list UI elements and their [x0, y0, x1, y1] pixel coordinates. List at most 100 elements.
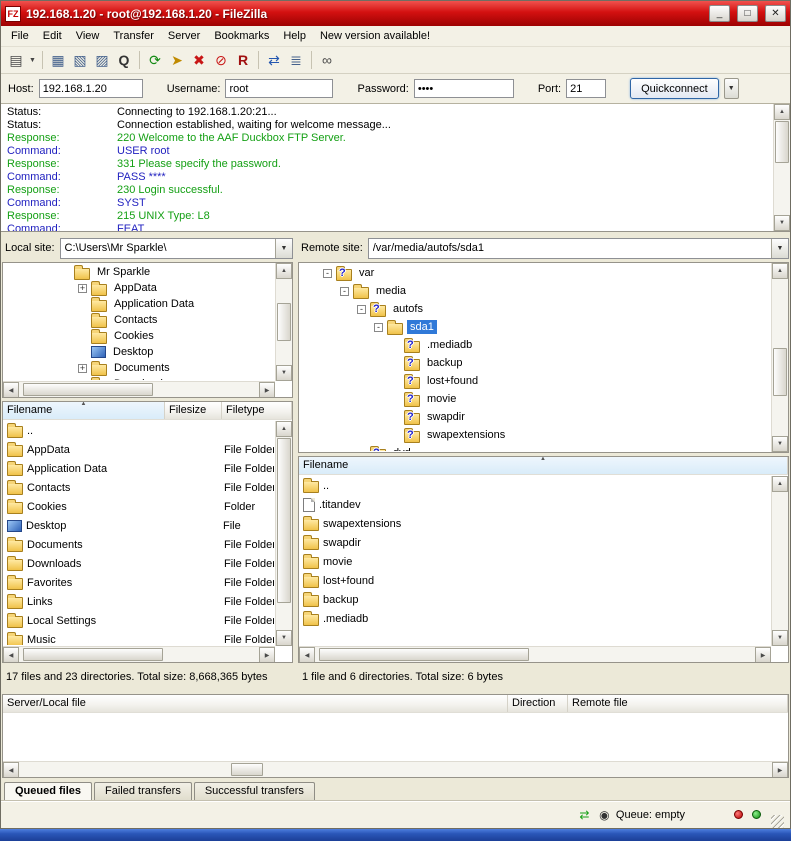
site-manager-dropdown-icon[interactable]: ▼ [27, 49, 38, 71]
speed-limits-icon[interactable]: ⇄ [576, 808, 593, 822]
sync-browsing-icon[interactable]: ≣ [285, 49, 307, 71]
scroll-right-icon[interactable]: ▶ [259, 382, 275, 398]
resize-grip[interactable] [771, 815, 784, 828]
tree-expander[interactable]: + [78, 364, 87, 373]
process-queue-icon[interactable]: ➤ [166, 49, 188, 71]
tree-item[interactable]: swapdir [300, 408, 770, 426]
scroll-left-icon[interactable]: ◀ [3, 382, 19, 398]
combo-dropdown-icon[interactable]: ▼ [771, 239, 788, 258]
tree-expander[interactable]: - [323, 269, 332, 278]
column-header-filetype[interactable]: Filetype [222, 402, 292, 419]
file-row[interactable]: lost+found [300, 571, 770, 590]
tree-item[interactable]: Desktop [4, 344, 274, 360]
combo-dropdown-icon[interactable]: ▼ [275, 239, 292, 258]
file-row[interactable]: movie [300, 552, 770, 571]
file-row[interactable]: MusicFile Folder [4, 630, 274, 645]
file-row[interactable]: LinksFile Folder [4, 592, 274, 611]
tab-failed-transfers[interactable]: Failed transfers [94, 782, 192, 800]
quickconnect-dropdown-icon[interactable]: ▼ [724, 78, 739, 99]
tree-expander[interactable]: - [357, 305, 366, 314]
tree-item-selected[interactable]: -sda1 [300, 318, 770, 336]
local-list-hscrollbar[interactable]: ◀ ▶ [3, 646, 275, 662]
menu-item-edit[interactable]: Edit [36, 28, 69, 44]
scroll-up-icon[interactable]: ▲ [772, 476, 788, 492]
file-row[interactable]: swapextensions [300, 514, 770, 533]
scroll-left-icon[interactable]: ◀ [3, 762, 19, 778]
file-row[interactable]: .mediadb [300, 609, 770, 628]
log-scrollbar[interactable]: ▲ ▼ [773, 104, 790, 231]
menu-item-new-version[interactable]: New version available! [313, 28, 437, 44]
tree-item[interactable]: +AppData [4, 280, 274, 296]
menu-item-bookmarks[interactable]: Bookmarks [207, 28, 276, 44]
tree-item[interactable]: Application Data [4, 296, 274, 312]
column-header-remote-file[interactable]: Remote file [568, 695, 788, 712]
scroll-down-icon[interactable]: ▼ [772, 630, 788, 646]
scrollbar-thumb[interactable] [775, 121, 789, 163]
file-row[interactable]: Application DataFile Folder [4, 459, 274, 478]
file-row[interactable]: FavoritesFile Folder [4, 573, 274, 592]
column-header-filesize[interactable]: Filesize [165, 402, 222, 419]
file-row[interactable]: ContactsFile Folder [4, 478, 274, 497]
scroll-right-icon[interactable]: ▶ [772, 762, 788, 778]
file-row[interactable]: .. [4, 421, 274, 440]
file-row[interactable]: .. [300, 476, 770, 495]
file-row[interactable]: DocumentsFile Folder [4, 535, 274, 554]
file-row[interactable]: backup [300, 590, 770, 609]
scrollbar-thumb[interactable] [23, 383, 153, 396]
local-list-vscrollbar[interactable]: ▲ ▼ [275, 421, 292, 646]
tree-item[interactable]: backup [300, 354, 770, 372]
toggle-queue-icon[interactable]: Q [113, 49, 135, 71]
site-manager-icon[interactable]: ▤ [5, 49, 27, 71]
tree-item[interactable]: swapextensions [300, 426, 770, 444]
scroll-up-icon[interactable]: ▲ [774, 104, 790, 120]
remote-site-input[interactable] [369, 239, 771, 258]
tree-item[interactable]: movie [300, 390, 770, 408]
remote-tree-vscrollbar[interactable]: ▲ ▼ [771, 263, 788, 452]
local-tree-hscrollbar[interactable]: ◀ ▶ [3, 381, 275, 397]
cancel-icon[interactable]: ✖ [188, 49, 210, 71]
port-input[interactable] [566, 79, 606, 98]
column-header-server-local-file[interactable]: Server/Local file [3, 695, 508, 712]
remote-list-hscrollbar[interactable]: ◀ ▶ [299, 646, 771, 662]
tree-item[interactable]: Mr Sparkle [4, 264, 274, 280]
maximize-button[interactable]: □ [737, 5, 758, 22]
menu-item-file[interactable]: File [4, 28, 36, 44]
tree-expander[interactable]: + [78, 284, 87, 293]
file-row[interactable]: swapdir [300, 533, 770, 552]
toggle-remote-tree-icon[interactable]: ▨ [91, 49, 113, 71]
scrollbar-thumb[interactable] [277, 303, 291, 341]
column-header-direction[interactable]: Direction [508, 695, 568, 712]
find-files-icon[interactable]: ∞ [316, 49, 338, 71]
file-row[interactable]: DownloadsFile Folder [4, 554, 274, 573]
tree-item[interactable]: lost+found [300, 372, 770, 390]
scroll-up-icon[interactable]: ▲ [276, 421, 292, 437]
local-site-input[interactable] [61, 239, 275, 258]
filter-active-icon[interactable]: ◉ [596, 808, 613, 822]
menu-item-transfer[interactable]: Transfer [106, 28, 161, 44]
scroll-right-icon[interactable]: ▶ [755, 647, 771, 663]
refresh-icon[interactable]: ⟳ [144, 49, 166, 71]
remote-list-vscrollbar[interactable]: ▲ ▼ [771, 476, 788, 646]
scroll-down-icon[interactable]: ▼ [774, 215, 790, 231]
scrollbar-thumb[interactable] [23, 648, 163, 661]
file-row[interactable]: .titandev [300, 495, 770, 514]
scroll-right-icon[interactable]: ▶ [259, 647, 275, 663]
close-button[interactable]: ✕ [765, 5, 786, 22]
file-row[interactable]: AppDataFile Folder [4, 440, 274, 459]
username-input[interactable] [225, 79, 333, 98]
file-row[interactable]: Local SettingsFile Folder [4, 611, 274, 630]
scrollbar-thumb[interactable] [277, 438, 291, 603]
column-header-filename[interactable]: ▲Filename [3, 402, 165, 419]
tree-item[interactable]: -var [300, 264, 770, 282]
remote-site-combo[interactable]: ▼ [368, 238, 789, 259]
local-tree-vscrollbar[interactable]: ▲ ▼ [275, 263, 292, 381]
tree-item[interactable]: Contacts [4, 312, 274, 328]
toggle-local-tree-icon[interactable]: ▧ [69, 49, 91, 71]
reconnect-icon[interactable]: R [232, 49, 254, 71]
menu-item-view[interactable]: View [69, 28, 107, 44]
scrollbar-thumb[interactable] [231, 763, 263, 776]
titlebar[interactable]: FZ 192.168.1.20 - root@192.168.1.20 - Fi… [1, 1, 790, 26]
host-input[interactable] [39, 79, 143, 98]
scroll-down-icon[interactable]: ▼ [772, 436, 788, 452]
disconnect-icon[interactable]: ⊘ [210, 49, 232, 71]
